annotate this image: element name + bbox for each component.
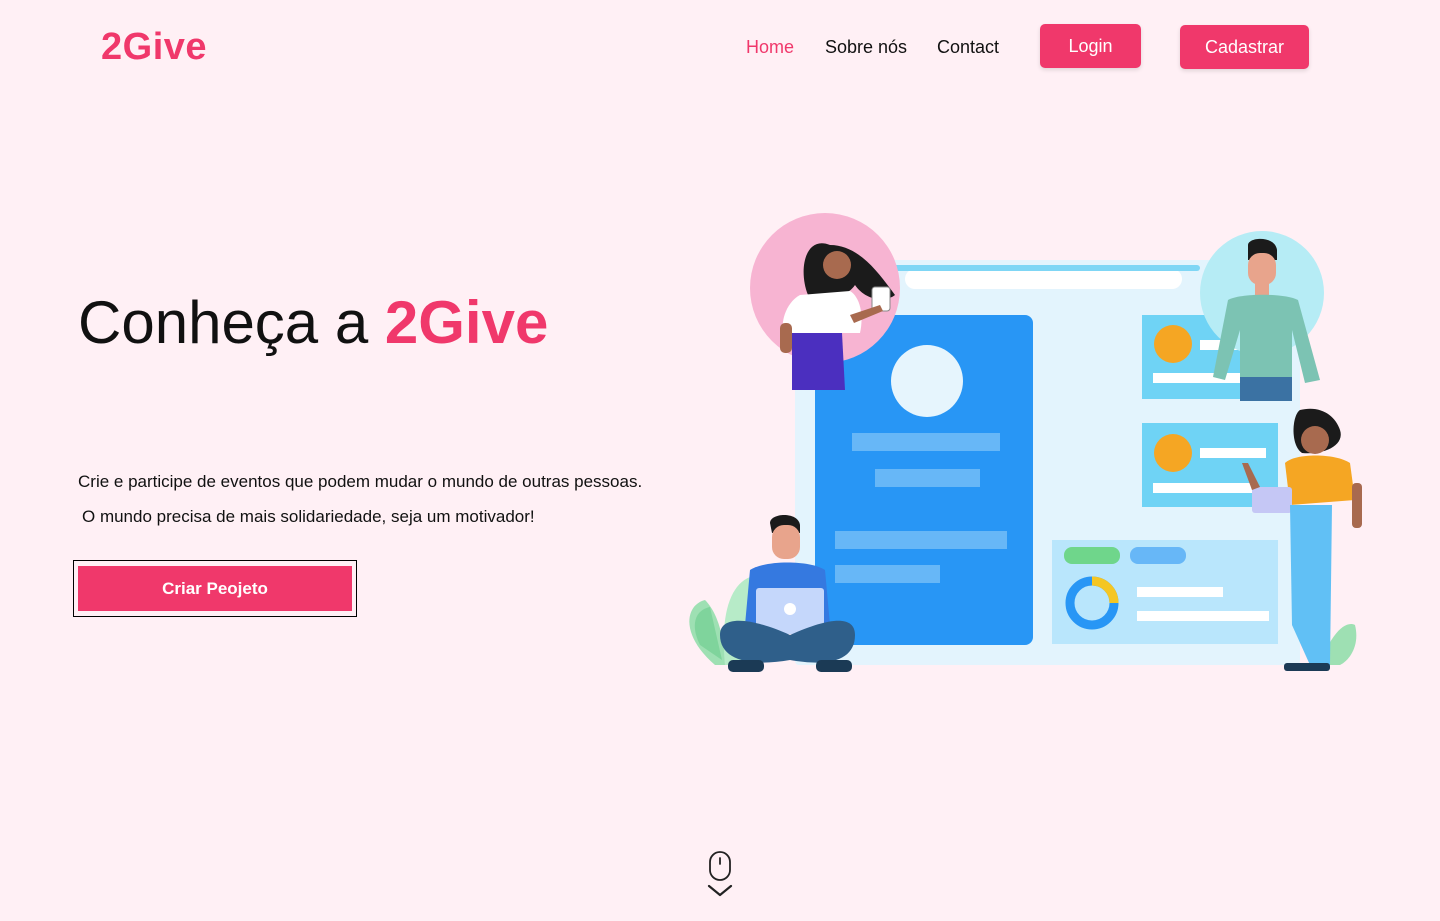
brand-logo[interactable]: 2Give (101, 26, 207, 69)
hero-description-line-1: Crie e participe de eventos que podem mu… (78, 472, 643, 491)
hero-illustration (689, 213, 1362, 672)
signup-button[interactable]: Cadastrar (1180, 25, 1309, 69)
hero-title-brand: 2Give (384, 289, 549, 356)
create-project-button[interactable]: Criar Peojeto (78, 566, 352, 611)
mouse-scroll-icon[interactable] (705, 850, 735, 902)
profile-avatar-placeholder (891, 345, 963, 417)
hero-description-line-2: O mundo precisa de mais solidariedade, s… (82, 507, 535, 526)
man-standing-figure (1200, 231, 1324, 401)
landing-page: 2Give Home Sobre nós Contact Login Cadas… (0, 0, 1440, 921)
nav-contact-link[interactable]: Contact (937, 37, 999, 58)
nav-home-link[interactable]: Home (746, 37, 794, 58)
nav-about-link[interactable]: Sobre nós (825, 37, 907, 58)
browser-address-bar (905, 269, 1182, 289)
hero-title-prefix: Conheça a (78, 289, 369, 356)
login-button[interactable]: Login (1040, 24, 1141, 68)
hero-title: Conheça a 2Give (78, 288, 548, 357)
laptop-icon (1252, 487, 1292, 513)
